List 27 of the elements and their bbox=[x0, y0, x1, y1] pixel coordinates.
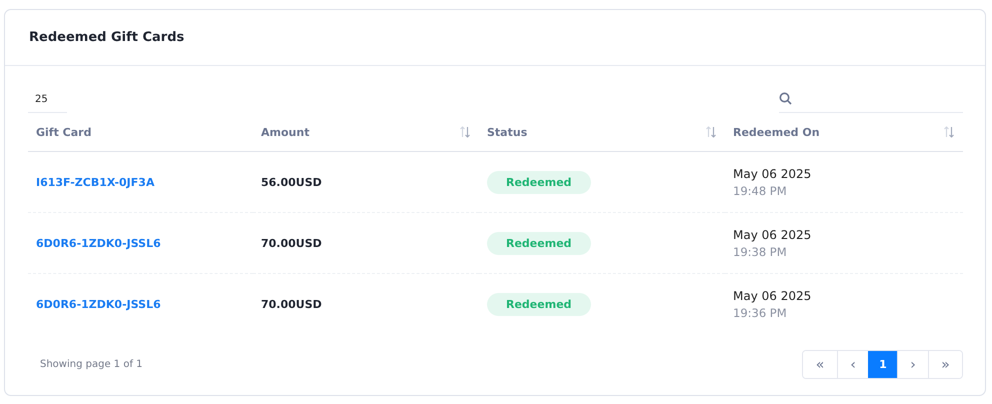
date-text: May 06 2025 bbox=[733, 166, 812, 180]
page-button[interactable]: » bbox=[928, 351, 962, 378]
date-text: May 06 2025 bbox=[733, 228, 812, 242]
gift-card-link[interactable]: 6D0R6-1ZDK0-JSSL6 bbox=[36, 298, 161, 310]
amount-text: 56.00USD bbox=[261, 176, 322, 188]
gift-card-link[interactable]: I613F-ZCB1X-0JF3A bbox=[36, 176, 154, 188]
status-badge: Redeemed bbox=[487, 232, 591, 254]
status-badge: Redeemed bbox=[487, 170, 591, 194]
column-header[interactable]: Gift Card bbox=[28, 113, 253, 152]
search-icon bbox=[779, 92, 792, 105]
card-title: Redeemed Gift Cards bbox=[29, 30, 184, 45]
page-button[interactable]: 1 bbox=[868, 351, 897, 378]
amount-text: 70.00USD bbox=[261, 298, 322, 310]
time-text: 19:38 PM bbox=[733, 244, 788, 258]
time-text: 19:48 PM bbox=[733, 184, 788, 198]
status-badge: Redeemed bbox=[487, 292, 591, 316]
time-text: 19:36 PM bbox=[733, 306, 788, 320]
amount-text: 70.00USD bbox=[261, 236, 322, 250]
sort-icon bbox=[459, 126, 471, 138]
gift-card-link[interactable]: 6D0R6-1ZDK0-JSSL6 bbox=[36, 236, 161, 250]
column-header[interactable]: Amount bbox=[253, 113, 479, 152]
column-header[interactable]: Status bbox=[479, 113, 725, 152]
sort-icon bbox=[705, 126, 717, 138]
page-info: Showing page 1 of 1 bbox=[39, 359, 142, 370]
sort-icon bbox=[943, 126, 955, 138]
date-text: May 06 2025 bbox=[733, 288, 812, 302]
column-header[interactable]: Redeemed On bbox=[725, 113, 963, 152]
